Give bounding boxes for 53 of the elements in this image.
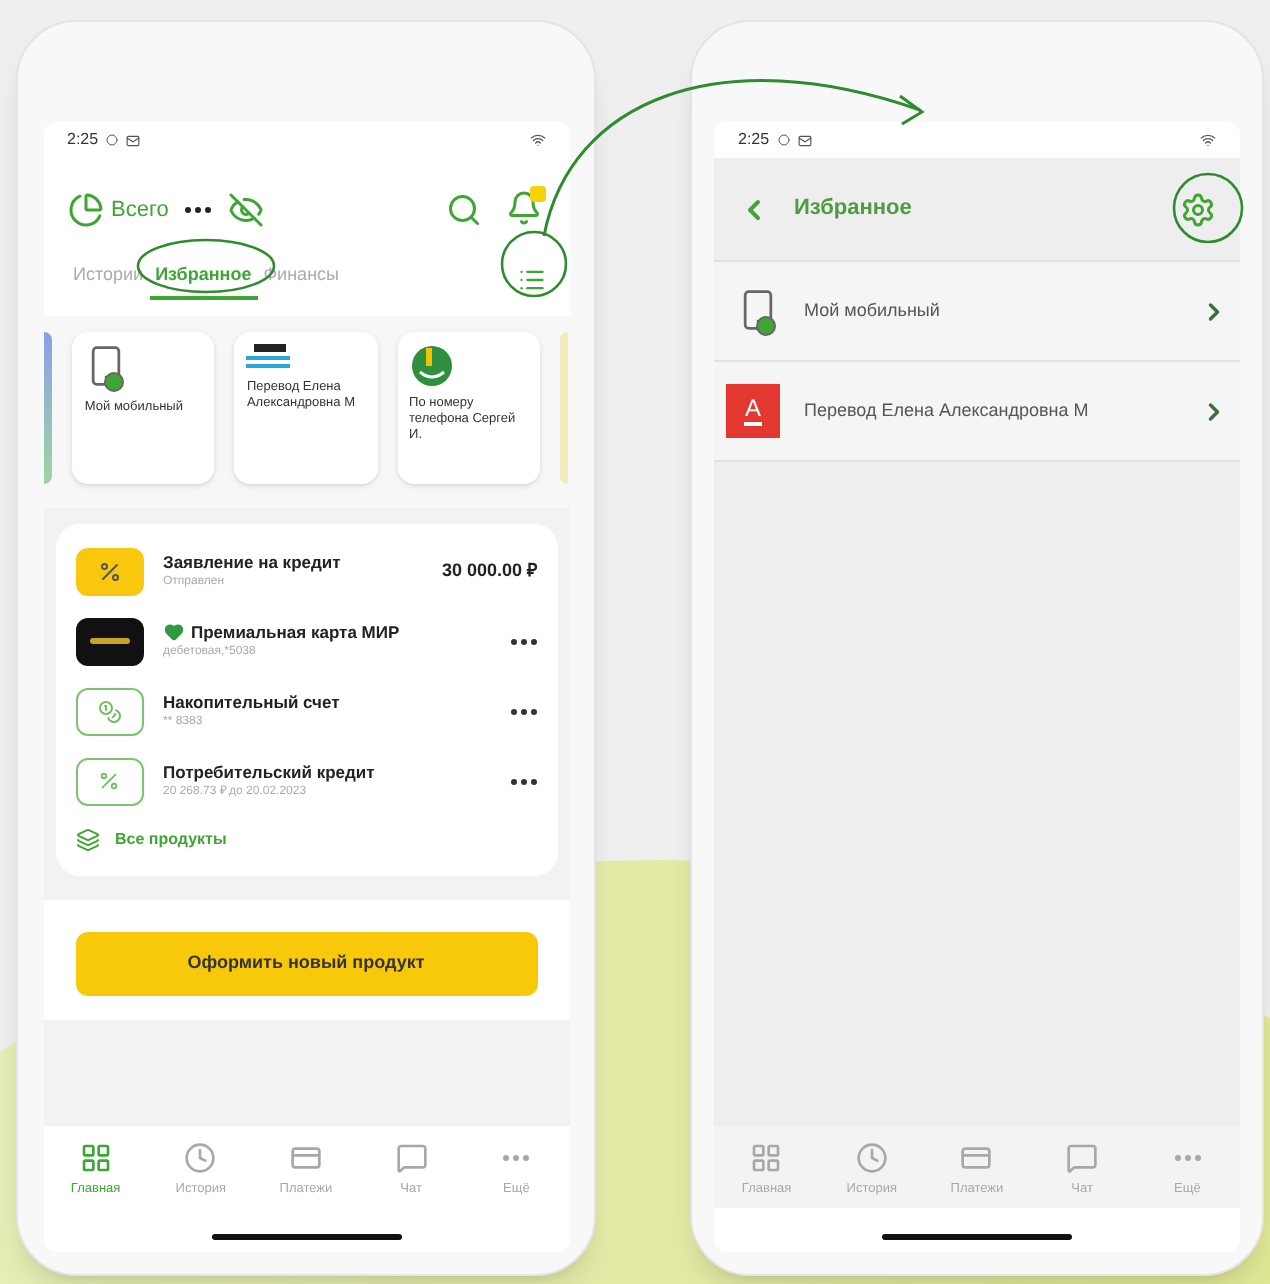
bank-logo: А (726, 384, 780, 438)
status-time: 2:25 (67, 128, 99, 152)
product-amount: 30 000.00 ₽ (441, 557, 537, 584)
highlight-circle (500, 230, 568, 298)
mail-icon (797, 133, 812, 147)
all-products-link[interactable]: Все продукты (115, 827, 227, 851)
favorite-label: Мой мобильный (804, 297, 942, 324)
tab[interactable]: Истории (67, 262, 150, 299)
bank-card-thumbnail (75, 617, 143, 665)
total-label: Всего (111, 195, 169, 226)
pie-chart-icon[interactable] (67, 192, 103, 228)
product-title: Премиальная карта МИР (191, 619, 400, 645)
settings-icon[interactable] (1180, 191, 1216, 227)
more-icon[interactable] (509, 777, 537, 785)
wifi-icon (529, 132, 545, 148)
clock-icon (855, 1142, 888, 1175)
grid-icon (79, 1142, 112, 1175)
more-icon[interactable] (184, 206, 213, 214)
status-circle-icon (106, 134, 119, 146)
tab[interactable]: Избранное (149, 262, 258, 299)
notification-bell-icon[interactable] (505, 190, 545, 230)
more-icon[interactable] (509, 707, 537, 715)
wifi-icon (1200, 132, 1216, 148)
round-bank-logo-icon (409, 343, 454, 387)
status-time: 2:25 (738, 128, 770, 152)
eye-off-icon[interactable] (228, 192, 265, 228)
grid-icon (750, 1142, 783, 1175)
product-title: Потребительский кредит (163, 759, 375, 785)
favorite-row[interactable]: Мой мобильный (714, 262, 1240, 362)
card-icon (289, 1142, 322, 1175)
new-product-button[interactable]: Оформить новый продукт (75, 931, 537, 995)
search-icon[interactable] (445, 192, 481, 228)
product-title: Заявление на кредит (163, 549, 341, 575)
more-icon (502, 1154, 531, 1163)
bank-logo-icon (246, 343, 291, 371)
list-icon[interactable] (517, 266, 545, 295)
product-title: Накопительный счет (163, 689, 340, 715)
chat-bubble-icon (1066, 1142, 1099, 1175)
coins-icon (97, 699, 121, 723)
highlight-circle (1172, 172, 1244, 244)
card-icon (960, 1142, 993, 1175)
more-icon (1173, 1154, 1202, 1163)
status-circle-icon (777, 134, 790, 146)
percent-icon (97, 559, 121, 583)
screen-title: Избранное (794, 194, 912, 225)
favorite-row[interactable]: А Перевод Елена Александровна М (714, 362, 1240, 462)
mail-icon (126, 133, 141, 147)
chat-bubble-icon (395, 1142, 428, 1175)
percent-icon (98, 770, 120, 792)
layers-icon (75, 827, 99, 851)
favorite-label: Перевод Елена Александровна М (804, 397, 1091, 424)
clock-icon (184, 1142, 217, 1175)
more-icon[interactable] (509, 637, 537, 645)
